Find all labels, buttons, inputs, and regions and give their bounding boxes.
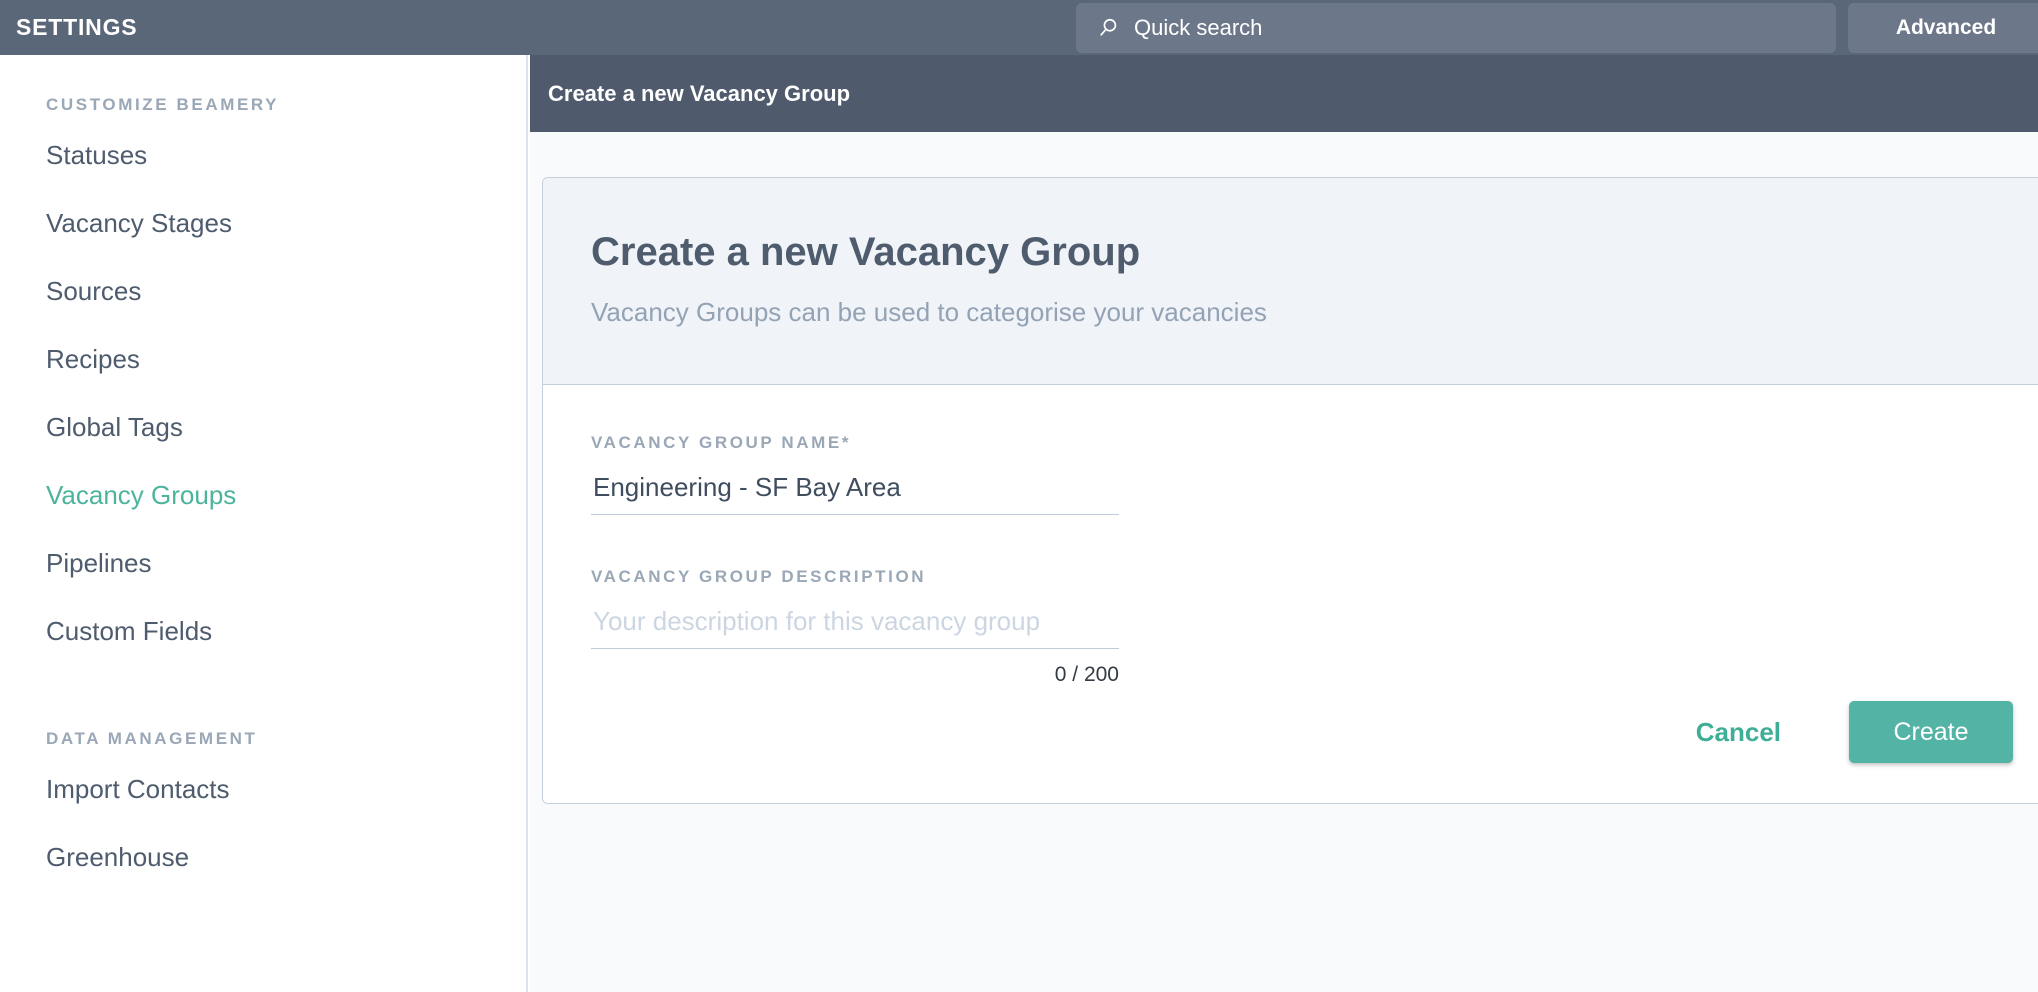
card-subtitle: Vacancy Groups can be used to categorise… <box>591 297 1267 327</box>
sidebar-item-import-contacts[interactable]: Import Contacts <box>46 769 526 809</box>
create-vacancy-group-card: Create a new Vacancy Group Vacancy Group… <box>542 177 2038 804</box>
search-input[interactable] <box>1134 13 1774 43</box>
app-title: SETTINGS <box>16 14 138 40</box>
vacancy-group-description-field: VACANCY GROUP DESCRIPTION 0 / 200 <box>591 567 2038 687</box>
sidebar-section-title-customize: CUSTOMIZE BEAMERY <box>46 95 280 114</box>
sidebar-item-recipes[interactable]: Recipes <box>46 339 526 379</box>
sidebar-item-statuses[interactable]: Statuses <box>46 135 526 175</box>
content-header: Create a new Vacancy Group <box>530 55 2038 132</box>
sidebar-item-greenhouse[interactable]: Greenhouse <box>46 837 526 877</box>
search-icon <box>1100 18 1117 36</box>
settings-sidebar: CUSTOMIZE BEAMERY Statuses Vacancy Stage… <box>0 55 528 992</box>
quick-search-box[interactable] <box>1076 3 1836 53</box>
sidebar-item-custom-fields[interactable]: Custom Fields <box>46 611 526 651</box>
card-body: VACANCY GROUP NAME* VACANCY GROUP DESCRI… <box>543 385 2038 803</box>
cancel-button[interactable]: Cancel <box>1676 707 1801 758</box>
card-header: Create a new Vacancy Group Vacancy Group… <box>543 178 2038 385</box>
sidebar-item-sources[interactable]: Sources <box>46 271 526 311</box>
vacancy-group-name-input[interactable] <box>591 469 1119 515</box>
card-actions: Cancel Create <box>591 701 2038 763</box>
sidebar-item-vacancy-stages[interactable]: Vacancy Stages <box>46 203 526 243</box>
description-character-counter: 0 / 200 <box>1054 663 1119 686</box>
vacancy-group-name-label: VACANCY GROUP NAME* <box>591 433 2038 453</box>
vacancy-group-description-input[interactable] <box>591 603 1119 649</box>
vacancy-group-name-label-text: VACANCY GROUP NAME <box>591 433 842 452</box>
advanced-search-button[interactable]: Advanced <box>1848 3 2038 53</box>
create-button[interactable]: Create <box>1849 701 2013 763</box>
required-marker: * <box>841 433 849 452</box>
top-bar: SETTINGS Advanced <box>0 0 2038 55</box>
content-area: Create a new Vacancy Group Create a new … <box>530 55 2038 992</box>
content-header-title: Create a new Vacancy Group <box>548 80 851 106</box>
sidebar-item-vacancy-groups[interactable]: Vacancy Groups <box>46 475 526 515</box>
sidebar-item-global-tags[interactable]: Global Tags <box>46 407 526 447</box>
vacancy-group-name-field: VACANCY GROUP NAME* <box>591 433 2038 515</box>
card-title: Create a new Vacancy Group <box>591 230 1141 274</box>
sidebar-item-pipelines[interactable]: Pipelines <box>46 543 526 583</box>
sidebar-section-title-data-management: DATA MANAGEMENT <box>46 729 258 748</box>
vacancy-group-description-label: VACANCY GROUP DESCRIPTION <box>591 567 927 586</box>
